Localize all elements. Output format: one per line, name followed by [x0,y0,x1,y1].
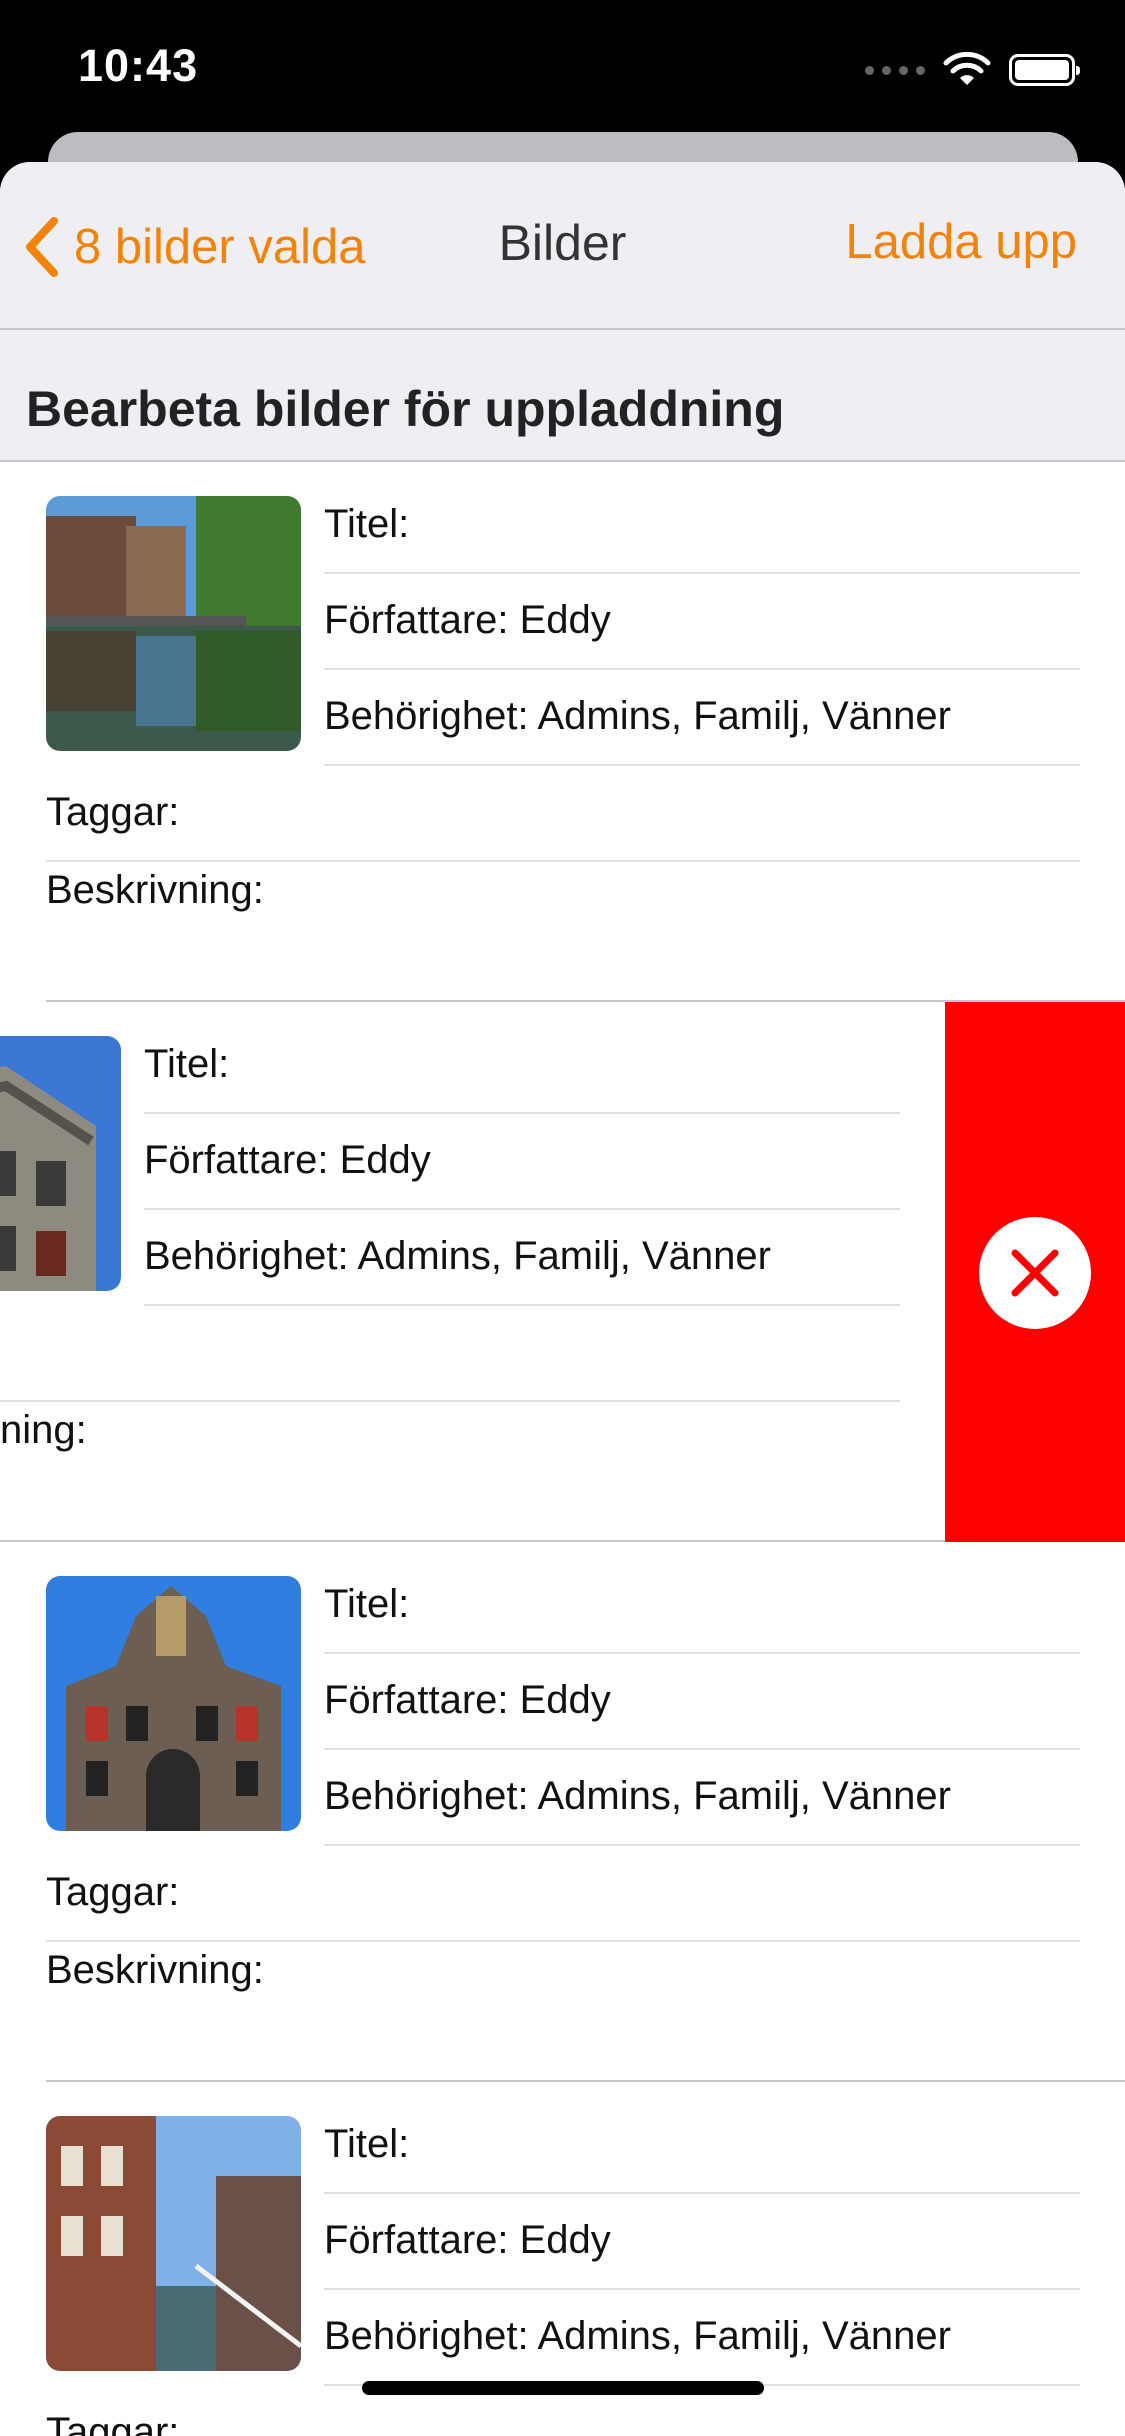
description-field[interactable]: Beskrivning: [46,844,1080,940]
author-field[interactable]: Författare: Eddy [324,574,1080,670]
town-hall-photo [46,1576,301,1831]
signal-dots-icon [865,65,925,75]
permission-field[interactable]: Behörighet: Admins, Familj, Vänner [324,2290,1080,2386]
modal-sheet: 8 bilder valda Bilder Ladda upp Bearbeta… [0,162,1125,2436]
navigation-bar: 8 bilder valda Bilder Ladda upp [0,162,1125,330]
image-thumbnail[interactable] [46,2116,301,2371]
close-icon [1011,1249,1059,1297]
image-edit-cell: Titel: Författare: Eddy Behörighet: Admi… [0,462,1125,1002]
status-time: 10:43 [78,40,199,91]
section-header: Bearbeta bilder för uppladdning [0,330,1125,462]
canal-street-photo [46,2116,301,2371]
permission-field[interactable]: Behörighet: Admins, Familj, Vänner [324,670,1080,766]
historic-building-photo [0,1036,121,1291]
title-field[interactable]: Titel: [324,2098,1080,2194]
description-field[interactable]: ning: [0,1384,900,1480]
image-thumbnail[interactable] [46,1576,301,1831]
title-field[interactable]: Titel: [324,478,1080,574]
author-field[interactable]: Författare: Eddy [144,1114,900,1210]
upload-button[interactable]: Ladda upp [845,214,1077,270]
status-bar: 10:43 [0,0,1125,132]
section-title: Bearbeta bilder för uppladdning [26,381,785,437]
permission-field[interactable]: Behörighet: Admins, Familj, Vänner [324,1750,1080,1846]
canal-reflection-photo [46,496,301,751]
status-icons [865,50,1080,90]
image-edit-cell: Titel: Författare: Eddy Behörighet: Admi… [0,1542,1125,2082]
image-thumbnail[interactable] [46,496,301,751]
image-edit-cell-swiped: Titel: Författare: Eddy Behörighet: Admi… [0,1002,1125,1542]
author-field[interactable]: Författare: Eddy [324,1654,1080,1750]
image-thumbnail[interactable] [0,1036,121,1291]
delete-button[interactable] [979,1217,1091,1329]
delete-action[interactable] [945,1002,1125,1542]
wifi-icon [943,52,991,85]
battery-icon [1009,54,1080,86]
permission-field[interactable]: Behörighet: Admins, Familj, Vänner [144,1210,900,1306]
description-field[interactable]: Beskrivning: [46,1924,1080,2020]
author-field[interactable]: Författare: Eddy [324,2194,1080,2290]
title-field[interactable]: Titel: [144,1018,900,1114]
home-indicator[interactable] [362,2381,764,2395]
title-field[interactable]: Titel: [324,1558,1080,1654]
